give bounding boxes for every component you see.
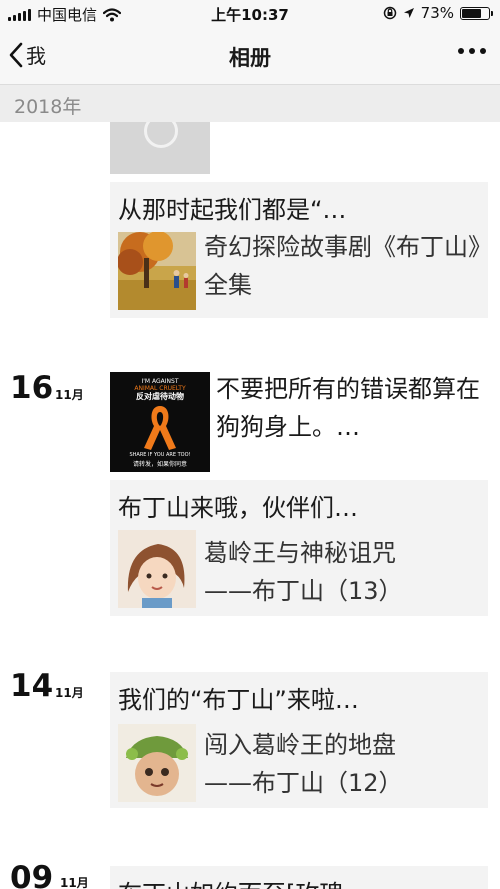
- autumn-tree-thumbnail: [118, 232, 196, 310]
- card-title: 从那时起我们都是“…: [118, 196, 347, 224]
- card-title: 布丁山如约而至[玫瑰: [118, 874, 343, 889]
- shared-link-card[interactable]: 我们的“布丁山”来啦… 闯入葛岭王的地盘 ——布丁山（12）: [110, 672, 488, 808]
- battery-percent: 73%: [420, 4, 454, 22]
- rotation-lock-icon: [383, 6, 396, 20]
- chevron-left-icon: [9, 42, 23, 67]
- photo-thumbnail[interactable]: [110, 122, 210, 174]
- shared-link-card[interactable]: 从那时起我们都是“… 奇幻探险故事剧《布丁山》全集: [110, 182, 488, 318]
- poster-text-4: SHARE IF YOU ARE TOO!: [129, 452, 191, 458]
- poster-text-1: I'M AGAINST: [141, 378, 179, 385]
- awareness-ribbon-icon: [144, 406, 176, 450]
- battery-icon: [460, 6, 493, 20]
- status-bar: 中国电信 上午10:37 73%: [0, 0, 500, 28]
- more-options-icon[interactable]: [458, 48, 486, 54]
- status-right: 73%: [383, 4, 493, 22]
- card-link-title: 闯入葛岭王的地盘: [204, 731, 396, 759]
- date-month: 11月: [55, 388, 84, 402]
- year-label: 2018年: [14, 96, 82, 118]
- shared-link-card[interactable]: 布丁山来哦，伙伴们… 葛岭王与神秘诅咒 ——布丁山（13）: [110, 480, 488, 616]
- year-header: 2018年: [0, 84, 500, 122]
- date-day: 16: [10, 370, 54, 406]
- card-link-title: 葛岭王与神秘诅咒: [204, 539, 396, 567]
- date-month: 11月: [60, 876, 89, 889]
- back-button[interactable]: 我: [8, 40, 46, 69]
- card-link-title: 奇幻探险故事剧《布丁山》全集: [204, 233, 480, 299]
- card-link-subtitle: ——布丁山（13）: [204, 577, 403, 605]
- page-title: 相册: [229, 46, 271, 70]
- shared-link-card[interactable]: 布丁山如约而至[玫瑰: [110, 866, 488, 889]
- date-day: 09: [10, 860, 54, 889]
- battery-fill: [462, 8, 481, 18]
- card-title: 布丁山来哦，伙伴们…: [118, 494, 358, 522]
- navigation-bar: 我 相册: [0, 28, 500, 84]
- cartoon-girl-thumbnail: [118, 530, 196, 608]
- cartoon-character-thumbnail: [118, 724, 196, 802]
- card-link-subtitle: ——布丁山（12）: [204, 769, 403, 797]
- date-day: 14: [10, 668, 54, 704]
- animal-cruelty-poster[interactable]: I'M AGAINST ANIMAL CRUELTY 反对虐待动物 SHARE …: [110, 372, 210, 472]
- date-month: 11月: [55, 686, 84, 700]
- location-icon: [403, 8, 414, 18]
- post-text[interactable]: 不要把所有的错误都算在狗狗身上。…: [216, 370, 488, 446]
- album-feed[interactable]: 从那时起我们都是“… 奇幻探险故事剧《布丁山》全集 16 11月 I'M AGA…: [0, 122, 500, 889]
- back-label: 我: [26, 44, 46, 68]
- poster-text-5: 请转发，如果你同意: [132, 461, 187, 468]
- card-title: 我们的“布丁山”来啦…: [118, 686, 359, 714]
